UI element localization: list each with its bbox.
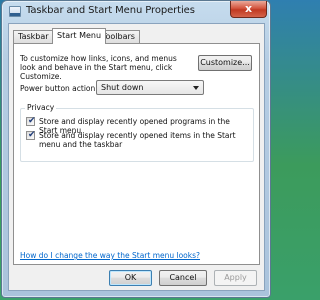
cancel-button[interactable]: Cancel bbox=[159, 270, 207, 286]
close-icon: x bbox=[244, 2, 253, 15]
customize-description: To customize how links, icons, and menus… bbox=[20, 54, 177, 81]
power-button-action-label: Power button action: bbox=[20, 84, 98, 93]
close-button[interactable]: x bbox=[230, 1, 267, 18]
properties-window: Taskbar and Start Menu Properties x Task… bbox=[1, 0, 271, 298]
power-button-action-select[interactable]: Shut down bbox=[96, 80, 204, 95]
recent-items-label: Store and display recently opened items … bbox=[39, 131, 236, 149]
power-button-action-value: Shut down bbox=[101, 83, 144, 92]
recent-items-checkbox[interactable]: ✔ bbox=[26, 130, 36, 140]
help-link[interactable]: How do I change the way the Start menu l… bbox=[20, 251, 200, 260]
privacy-group: Privacy ✔ Store and display recently ope… bbox=[20, 103, 254, 162]
privacy-group-title: Privacy bbox=[25, 103, 57, 113]
chevron-down-icon bbox=[193, 86, 199, 90]
recent-programs-checkbox[interactable]: ✔ bbox=[26, 116, 36, 126]
start-menu-tab-panel: To customize how links, icons, and menus… bbox=[13, 43, 260, 265]
tab-taskbar[interactable]: Taskbar bbox=[13, 30, 54, 43]
title-bar[interactable]: Taskbar and Start Menu Properties x bbox=[2, 1, 270, 23]
window-title: Taskbar and Start Menu Properties bbox=[26, 5, 195, 16]
customize-button[interactable]: Customize... bbox=[198, 55, 252, 71]
apply-button[interactable]: Apply bbox=[214, 270, 257, 286]
app-window-icon bbox=[9, 6, 21, 17]
tab-start-menu[interactable]: Start Menu bbox=[52, 28, 107, 44]
tab-strip: Taskbar Start Menu Toolbars bbox=[13, 28, 258, 44]
check-icon: ✔ bbox=[28, 130, 36, 140]
check-icon: ✔ bbox=[28, 116, 36, 126]
ok-button[interactable]: OK bbox=[109, 270, 152, 286]
dialog-client-area: Taskbar Start Menu Toolbars To customize… bbox=[8, 23, 265, 291]
dialog-footer: OK Cancel Apply bbox=[9, 267, 264, 290]
